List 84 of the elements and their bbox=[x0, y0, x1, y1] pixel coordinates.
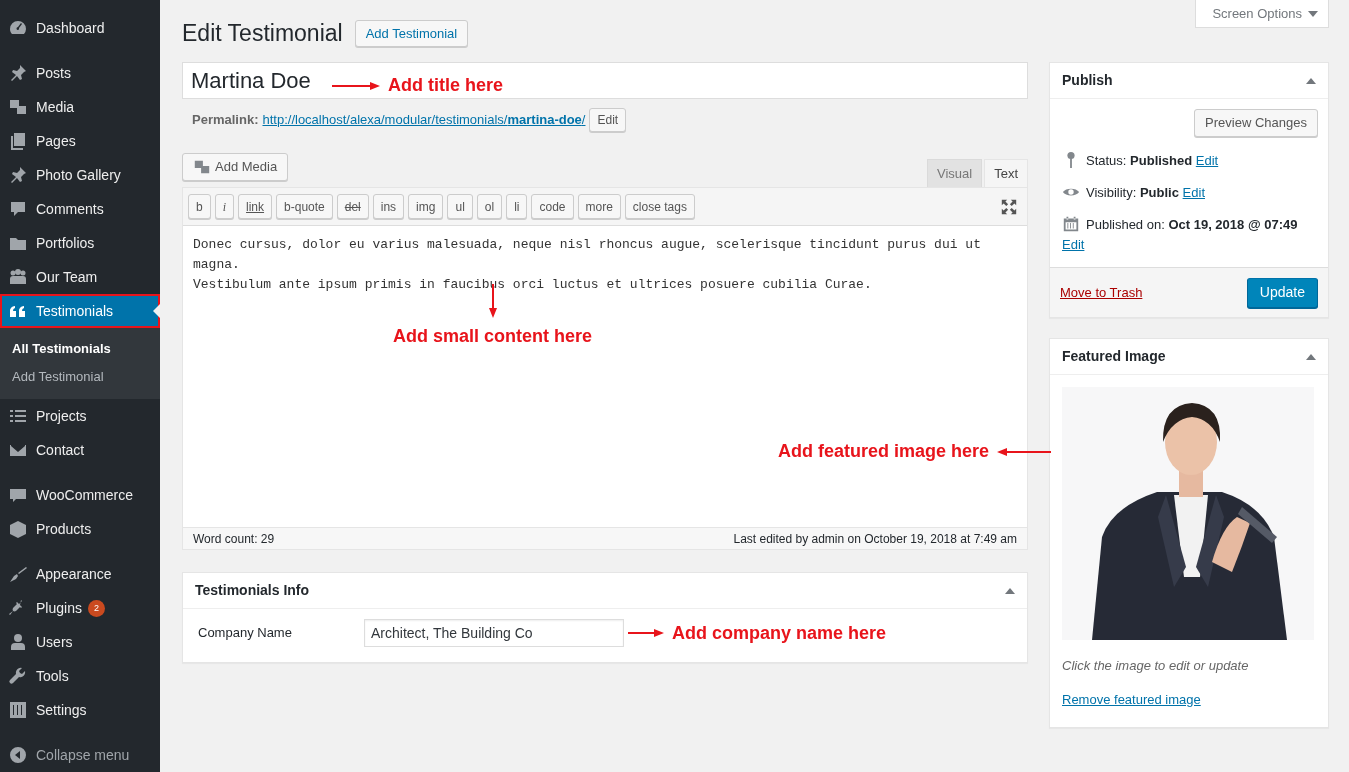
people-icon bbox=[8, 267, 28, 287]
content-field[interactable]: Donec cursus, dolor eu varius malesuada, neque nisl rhoncus augue, scelerisque tincidunt purus dui ut magna. Vestibulum ante ipsum primis in faucibus orci luctus et ultrices posuere cubilia Curae. bbox=[193, 235, 1017, 295]
sidebar-item[interactable]: Products bbox=[0, 512, 160, 546]
sidebar-item[interactable]: Users bbox=[0, 625, 160, 659]
sidebar-item[interactable]: Testimonials bbox=[0, 294, 160, 328]
format-button[interactable]: ol bbox=[476, 194, 503, 219]
sidebar-item[interactable]: Pages bbox=[0, 124, 160, 158]
annotation-arrow bbox=[997, 447, 1052, 456]
sidebar-item[interactable]: Plugins 2 bbox=[0, 591, 160, 625]
collapse-menu-button[interactable]: Collapse menu bbox=[0, 738, 160, 772]
format-button[interactable]: ul bbox=[447, 194, 473, 219]
sidebar-item[interactable]: Dashboard bbox=[0, 11, 160, 45]
sidebar-item[interactable]: Media bbox=[0, 90, 160, 124]
permalink-label: Permalink: bbox=[192, 111, 259, 130]
format-button[interactable]: li bbox=[506, 194, 528, 219]
count-badge: 2 bbox=[87, 599, 105, 617]
sidebar-item[interactable]: Posts bbox=[0, 56, 160, 90]
sidebar-item[interactable]: Projects bbox=[0, 399, 160, 433]
box-title: Publish bbox=[1062, 71, 1113, 90]
calendar-icon bbox=[1062, 215, 1080, 233]
sidebar-item[interactable]: Contact bbox=[0, 433, 160, 467]
move-to-trash-link[interactable]: Move to Trash bbox=[1060, 282, 1143, 303]
sidebar-item[interactable]: Our Team bbox=[0, 260, 160, 294]
pages-icon bbox=[8, 131, 28, 151]
sidebar-item[interactable]: Comments bbox=[0, 192, 160, 226]
sidebar-item[interactable]: Appearance bbox=[0, 557, 160, 591]
preview-changes-button[interactable]: Preview Changes bbox=[1194, 109, 1318, 137]
format-button[interactable]: close tags bbox=[624, 194, 695, 219]
format-button[interactable]: b bbox=[188, 194, 211, 219]
permalink-link[interactable]: http://localhost/alexa/modular/testimonials/martina-doe/ bbox=[262, 110, 586, 130]
submenu-item[interactable]: All Testimonials bbox=[0, 335, 160, 363]
format-button[interactable]: code bbox=[531, 194, 574, 219]
update-button[interactable]: Update bbox=[1246, 277, 1318, 308]
media-icon bbox=[8, 97, 28, 117]
field-label: Company Name bbox=[198, 624, 293, 643]
add-media-button[interactable]: Add Media bbox=[182, 153, 289, 181]
sidebar-item[interactable]: Portfolios bbox=[0, 226, 160, 260]
format-button[interactable]: ins bbox=[372, 194, 405, 219]
publish-info-text: Published on: Oct 19, 2018 @ 07:49 bbox=[1086, 217, 1298, 232]
format-button[interactable]: del bbox=[336, 194, 369, 219]
fullscreen-icon bbox=[1000, 197, 1018, 216]
image-hint-text: Click the image to edit or update bbox=[1062, 657, 1250, 675]
user-icon bbox=[8, 632, 28, 652]
add-testimonial-button[interactable]: Add Testimonial bbox=[354, 20, 469, 47]
edit-link[interactable]: Edit bbox=[1062, 237, 1085, 252]
annotation-text: Add title here bbox=[388, 74, 503, 97]
company-name-field[interactable]: Architect, The Building Co bbox=[364, 619, 624, 647]
wrench-icon bbox=[8, 666, 28, 686]
page-title: Edit Testimonial bbox=[182, 19, 343, 48]
sidebar-item[interactable]: WooCommerce bbox=[0, 478, 160, 512]
annotation-arrow bbox=[628, 629, 664, 637]
speech-bubble-icon bbox=[8, 199, 28, 219]
box-title: Testimonials Info bbox=[195, 581, 310, 600]
format-button[interactable]: more bbox=[577, 194, 621, 219]
sidebar-item[interactable]: Settings bbox=[0, 693, 160, 727]
caret-icon bbox=[1308, 10, 1318, 17]
format-button[interactable]: link bbox=[238, 194, 273, 219]
box-icon bbox=[8, 519, 28, 539]
submenu-item[interactable]: Add Testimonial bbox=[0, 363, 160, 391]
brush-icon bbox=[8, 564, 28, 584]
title-field[interactable]: Martina Doe Add title here bbox=[182, 62, 1028, 99]
edit-link[interactable]: Edit bbox=[1195, 153, 1219, 168]
word-count: Word count: 29 bbox=[193, 530, 275, 548]
annotation-text: Add small content here bbox=[393, 326, 593, 346]
remove-featured-image-link[interactable]: Remove featured image bbox=[1062, 691, 1201, 707]
annotation-arrow bbox=[332, 81, 380, 90]
annotation-text: Add company name here bbox=[672, 621, 887, 645]
editor-tab[interactable]: Text bbox=[984, 159, 1028, 187]
screen-options-button[interactable]: Screen Options bbox=[1195, 0, 1329, 28]
sidebar-item[interactable]: Tools bbox=[0, 659, 160, 693]
media-icon bbox=[193, 158, 211, 176]
collapse-icon bbox=[8, 745, 28, 765]
box-title: Featured Image bbox=[1062, 347, 1166, 366]
edit-link[interactable]: Edit bbox=[1182, 185, 1205, 200]
annotation-text: Add featured image here bbox=[778, 440, 990, 463]
sidebar-item[interactable]: Photo Gallery bbox=[0, 158, 160, 192]
format-button[interactable]: img bbox=[408, 194, 444, 219]
last-edited-text: Last edited by admin on October 19, 2018 at 7:49 am bbox=[733, 530, 1017, 548]
edit-permalink-button[interactable]: Edit bbox=[589, 108, 627, 132]
editor-tab[interactable]: Visual bbox=[926, 159, 983, 187]
format-button[interactable]: i bbox=[214, 194, 235, 219]
format-button[interactable]: b-quote bbox=[276, 194, 333, 219]
publish-info-text: Status: Published bbox=[1086, 153, 1193, 168]
publish-info-text: Visibility: Public bbox=[1086, 185, 1179, 200]
